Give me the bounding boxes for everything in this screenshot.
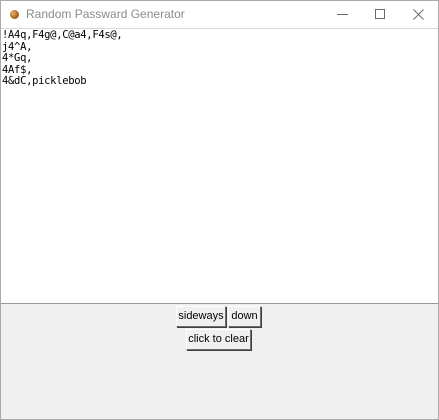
sideways-button[interactable]: sideways [176, 306, 226, 327]
output-line: 4&dC,picklebob [2, 75, 87, 87]
down-button[interactable]: down [228, 306, 261, 327]
password-output-textbox[interactable]: !A4q,F4g@,C@a4,F4s@, j4^A, 4*Gq, 4Af$, 4… [1, 28, 438, 304]
maximize-icon [375, 9, 385, 19]
window-title: Random Passward Generator [26, 7, 185, 21]
title-bar[interactable]: Random Passward Generator [1, 1, 438, 28]
close-button[interactable] [399, 1, 437, 28]
output-line: j4^A, [2, 40, 33, 53]
app-window: Random Passward Generator !A4q,F4g@,C@a4… [0, 0, 439, 420]
output-line: 4*Gq, [2, 52, 33, 64]
app-icon [10, 10, 19, 19]
minimize-button[interactable] [323, 1, 361, 28]
close-icon [413, 9, 424, 20]
output-line: !A4q,F4g@,C@a4,F4s@, [2, 29, 123, 41]
minimize-icon [337, 14, 348, 15]
clear-button[interactable]: click to clear [186, 329, 251, 350]
maximize-button[interactable] [361, 1, 399, 28]
